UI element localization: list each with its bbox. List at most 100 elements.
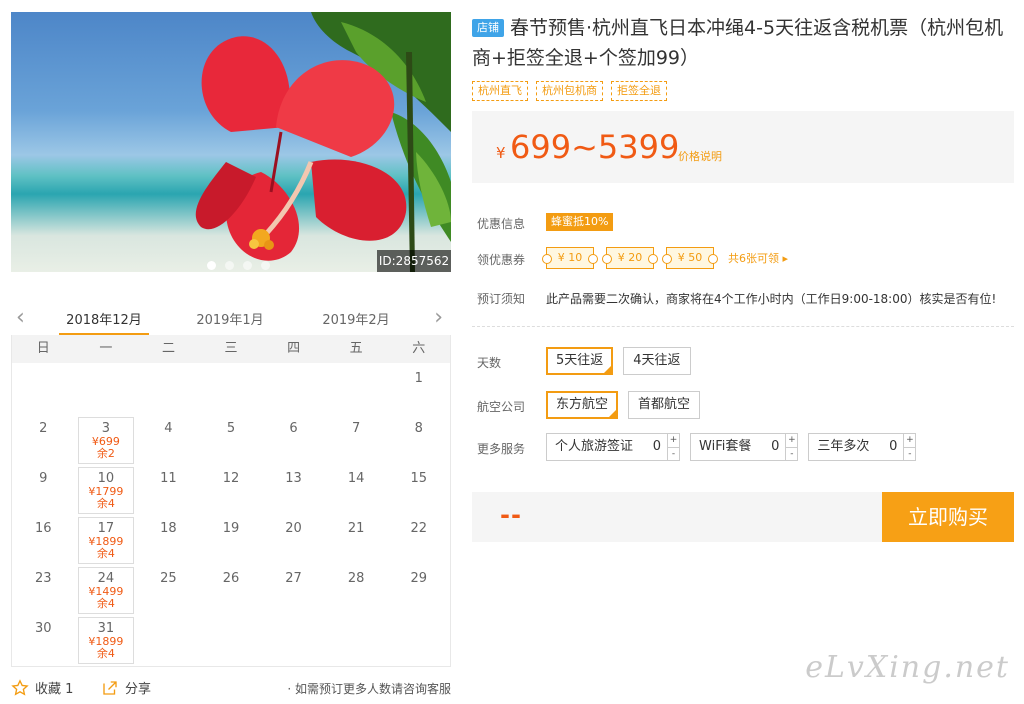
services-label: 更多服务 xyxy=(477,442,526,456)
calendar-day-available[interactable]: 31 ¥1899 余4 xyxy=(77,617,135,664)
quantity-stepper: + - xyxy=(667,434,680,461)
service-name: 个人旅游签证 xyxy=(555,439,634,454)
calendar-day: 29 xyxy=(387,566,450,616)
hibiscus-illustration xyxy=(195,12,451,272)
share-button[interactable]: 分享 xyxy=(101,678,151,697)
date-calendar: 日 一 二 三 四 五 六 1 2 3 ¥699 余2 4 5 6 7 8 9 10 ¥1799 余4 11… xyxy=(11,335,451,667)
increment-button[interactable]: + xyxy=(668,434,679,447)
shop-badge[interactable]: 店铺 xyxy=(472,19,504,37)
favorite-button[interactable]: 收藏 1 xyxy=(11,678,73,697)
coupon-list: ¥ 10 ¥ 20 ¥ 50 共6张可领 ▸ xyxy=(542,247,788,269)
calendar-day: 6 xyxy=(262,416,325,466)
calendar-blank xyxy=(325,366,388,416)
calendar-day-available[interactable]: 17 ¥1899 余4 xyxy=(77,517,135,564)
day-number: 15 xyxy=(410,471,427,486)
weekday-label: 一 xyxy=(99,341,113,356)
service-wifi: WiFi套餐 0 + - xyxy=(690,433,799,461)
carousel-dot[interactable] xyxy=(207,261,216,270)
product-tag: 杭州包机商 xyxy=(536,81,603,101)
day-number: 5 xyxy=(226,421,236,436)
calendar-day: 13 xyxy=(262,466,325,516)
day-number: 21 xyxy=(347,521,365,536)
calendar-day: 4 xyxy=(137,416,200,466)
divider xyxy=(472,326,1014,327)
weekday-header: 日 一 二 三 四 五 六 xyxy=(12,335,450,363)
carousel-dot[interactable] xyxy=(225,261,234,270)
service-visa: 个人旅游签证 0 + - xyxy=(546,433,681,461)
day-remaining: 余4 xyxy=(96,597,115,610)
service-name: WiFi套餐 xyxy=(699,439,752,454)
share-label: 分享 xyxy=(125,682,152,697)
quantity-input[interactable]: 0 xyxy=(757,434,785,460)
increment-button[interactable]: + xyxy=(904,434,915,447)
day-number: 18 xyxy=(160,521,177,536)
carousel-dot[interactable] xyxy=(261,261,270,270)
chevron-right-icon[interactable]: › xyxy=(434,305,443,330)
action-footer: 收藏 1 分享 · 如需预订更多人数请咨询客服 xyxy=(11,678,451,700)
watermark-logo: eLvXing.net xyxy=(805,650,1010,685)
option-capital-airlines[interactable]: 首都航空 xyxy=(628,391,701,419)
calendar-day-available[interactable]: 10 ¥1799 余4 xyxy=(77,467,135,514)
quantity-stepper: + - xyxy=(785,434,798,461)
product-tags: 杭州直飞 杭州包机商 拒签全退 xyxy=(472,81,667,101)
coupon-more-link[interactable]: 共6张可领 ▸ xyxy=(728,250,788,266)
calendar-day-available[interactable]: 3 ¥699 余2 xyxy=(77,417,135,464)
product-id-badge: ID:2857562 xyxy=(377,250,451,272)
calendar-day-available[interactable]: 24 ¥1499 余4 xyxy=(77,567,135,614)
price-explain-link[interactable]: 价格说明 xyxy=(678,148,722,164)
day-number: 6 xyxy=(289,421,298,436)
day-number: 23 xyxy=(35,571,52,586)
quantity-input[interactable]: 0 xyxy=(875,434,903,460)
quantity-input[interactable]: 0 xyxy=(639,434,667,460)
coupon-20[interactable]: ¥ 20 xyxy=(602,247,658,269)
carousel-dot[interactable] xyxy=(243,261,252,270)
day-number: 31 xyxy=(97,621,115,636)
coupon-50[interactable]: ¥ 50 xyxy=(662,247,718,269)
decrement-button[interactable]: - xyxy=(786,446,798,461)
day-number: 20 xyxy=(285,521,302,536)
day-number: 29 xyxy=(410,571,427,586)
calendar-day: 25 xyxy=(137,566,200,616)
day-number: 8 xyxy=(414,421,423,436)
day-remaining: 余4 xyxy=(96,647,115,660)
promo-label: 优惠信息 xyxy=(477,217,526,231)
product-title-block: 店铺 春节预售·杭州直飞日本冲绳4-5天往返含税机票（杭州包机商+拒签全退+个签加… xyxy=(472,13,1012,73)
days-options: 5天往返 4天往返 xyxy=(546,347,691,375)
calendar-blank xyxy=(200,366,263,416)
day-number: 19 xyxy=(222,521,240,536)
weekday-label: 五 xyxy=(349,341,363,356)
calendar-day: 8 xyxy=(387,416,450,466)
day-number: 9 xyxy=(39,471,48,486)
tab-month-2[interactable]: 2019年1月 xyxy=(185,309,275,328)
calendar-day: 11 xyxy=(137,466,200,516)
carousel-dots[interactable] xyxy=(207,261,270,270)
day-remaining: 余4 xyxy=(96,547,115,560)
day-number: 11 xyxy=(160,471,177,486)
day-number: 25 xyxy=(160,571,177,586)
weekday-label: 二 xyxy=(161,341,175,356)
calendar-day: 20 xyxy=(262,516,325,566)
product-image[interactable]: ID:2857562 xyxy=(11,12,451,272)
booking-notice: 此产品需要二次确认，商家将在4个工作小时内（工作日9:00-18:00）核实是否… xyxy=(546,292,997,306)
calendar-day: 15 xyxy=(387,466,450,516)
coupon-10[interactable]: ¥ 10 xyxy=(542,247,598,269)
buy-now-button[interactable]: 立即购买 xyxy=(882,492,1014,542)
increment-button[interactable]: + xyxy=(786,434,797,447)
option-4-days[interactable]: 4天往返 xyxy=(623,347,691,375)
day-number: 13 xyxy=(285,471,302,486)
product-tag: 杭州直飞 xyxy=(472,81,528,101)
option-5-days[interactable]: 5天往返 xyxy=(546,347,614,375)
calendar-day: 22 xyxy=(387,516,450,566)
tab-month-3[interactable]: 2019年2月 xyxy=(311,309,401,328)
decrement-button[interactable]: - xyxy=(904,446,916,461)
calendar-month-nav: ‹ 2018年12月 2019年1月 2019年2月 › xyxy=(11,300,451,336)
service-name: 三年多次 xyxy=(817,439,870,454)
chevron-left-icon[interactable]: ‹ xyxy=(16,305,25,330)
product-title: 春节预售·杭州直飞日本冲绳4-5天往返含税机票（杭州包机商+拒签全退+个签加99… xyxy=(472,17,1004,69)
day-number: 28 xyxy=(347,571,365,586)
services-list: 个人旅游签证 0 + - WiFi套餐 0 + - 三年多次 0 + - xyxy=(546,433,917,461)
decrement-button[interactable]: - xyxy=(668,446,680,461)
calendar-blank xyxy=(75,366,138,416)
option-eastern-airlines[interactable]: 东方航空 xyxy=(546,391,619,419)
tab-month-1[interactable]: 2018年12月 xyxy=(59,309,149,336)
